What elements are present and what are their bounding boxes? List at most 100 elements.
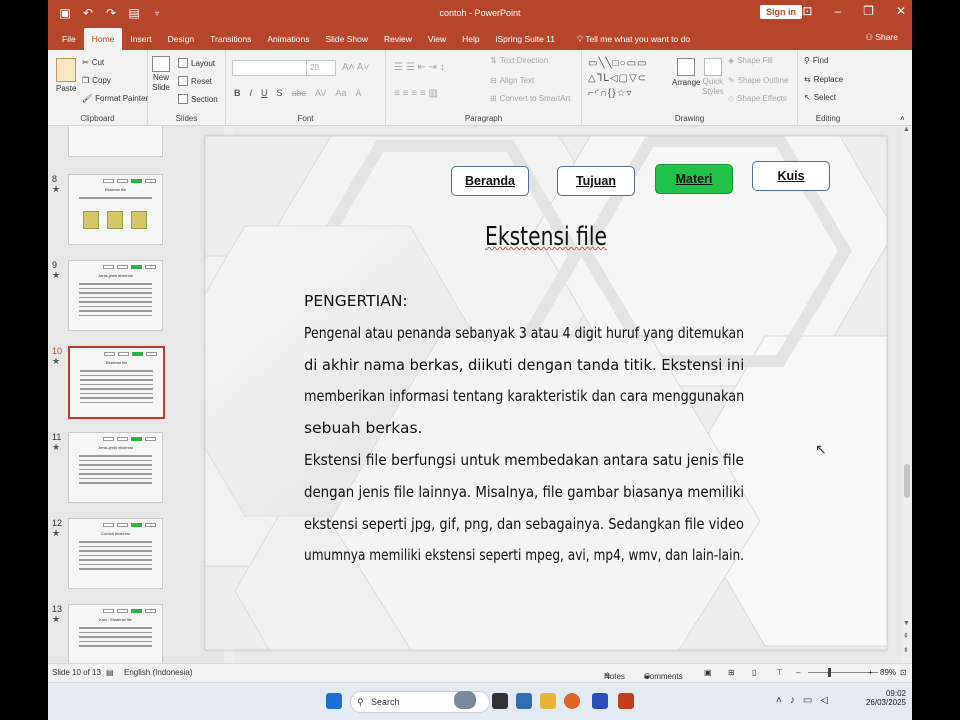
font-name-box[interactable]	[232, 60, 308, 76]
italic-icon[interactable]: I	[250, 88, 253, 98]
slide-canvas[interactable]: Beranda Tujuan Materi Kuis Ekstensi file…	[205, 136, 887, 650]
zoom-in-icon[interactable]: +	[868, 668, 873, 677]
zoom-slider-thumb[interactable]	[828, 668, 831, 677]
tab-file[interactable]: File	[54, 28, 84, 50]
tab-view[interactable]: View	[420, 28, 454, 50]
spelling-icon[interactable]: ▤	[106, 668, 114, 677]
underline-icon[interactable]: U	[261, 88, 268, 98]
previous-slide-icon[interactable]: ⇞	[903, 632, 909, 640]
shape-outline-button[interactable]: ✎ Shape Outline	[728, 76, 788, 85]
cut-button[interactable]: ✂ Cut	[82, 58, 104, 67]
case-icon[interactable]: Aa	[335, 88, 346, 98]
zoom-level[interactable]: 89%	[880, 668, 896, 677]
microphone-icon[interactable]: ♪	[790, 695, 795, 706]
thumbnail-slide-selected[interactable]: Ekstensi file	[68, 346, 165, 419]
fit-to-window-icon[interactable]: ⊡	[900, 668, 907, 677]
tab-help[interactable]: Help	[454, 28, 487, 50]
font-size-box[interactable]: 20	[306, 60, 336, 76]
thumbnail-slide[interactable]: Ekstensi file	[68, 174, 163, 245]
spacing-icon[interactable]: AV	[315, 88, 326, 98]
tab-review[interactable]: Review	[376, 28, 420, 50]
materi-button[interactable]: Materi	[655, 164, 733, 194]
close-icon[interactable]: ✕	[896, 4, 906, 18]
format-painter-button[interactable]: 🖌︎ Format Painter	[82, 94, 148, 103]
alignment-icons[interactable]: ≡ ≡ ≡ ≡ ▥	[394, 88, 438, 99]
reset-button[interactable]: Reset	[178, 76, 212, 86]
clock[interactable]: 09:02 26/03/2025	[866, 689, 906, 707]
replace-button[interactable]: ⇆ Replace	[804, 75, 843, 84]
tab-slide-show[interactable]: Slide Show	[317, 28, 376, 50]
beranda-button[interactable]: Beranda	[451, 166, 529, 196]
tell-me-search[interactable]: 💡︎ Tell me what you want to do	[569, 28, 698, 50]
slideshow-start-icon[interactable]: ▤	[127, 6, 141, 20]
undo-icon[interactable]: ↶	[81, 6, 95, 20]
widget-icon[interactable]	[454, 691, 476, 709]
thumbnail-slide[interactable]: Contoh ekstensi	[68, 518, 163, 589]
bold-icon[interactable]: B	[234, 88, 241, 98]
tujuan-button[interactable]: Tujuan	[557, 166, 635, 196]
ribbon-display-icon[interactable]: ⊡	[802, 4, 812, 18]
language-indicator[interactable]: English (Indonesia)	[124, 668, 192, 677]
find-button[interactable]: ⚲ Find	[804, 56, 828, 65]
font-color-icon[interactable]: A	[355, 88, 361, 98]
customize-icon[interactable]: ▿	[150, 9, 164, 18]
select-button[interactable]: ↖ Select	[804, 93, 836, 102]
collapse-ribbon-icon[interactable]: ˄	[900, 114, 905, 123]
chevron-up-icon[interactable]: ˄	[776, 695, 782, 706]
scroll-down-icon[interactable]: ▼	[903, 620, 910, 627]
tab-transitions[interactable]: Transitions	[202, 28, 259, 50]
save-icon[interactable]: ▣	[58, 6, 72, 20]
slide-body-text[interactable]: PENGERTIAN: Pengenal atau penanda sebany…	[304, 286, 744, 572]
copy-button[interactable]: ❐ Copy	[82, 76, 111, 85]
shape-effects-button[interactable]: ◇ Shape Effects	[728, 94, 787, 103]
network-icon[interactable]: ▭	[803, 695, 812, 706]
tab-ispring[interactable]: iSpring Suite 11	[488, 28, 563, 50]
shape-fill-button[interactable]: ◈ Shape Fill	[728, 56, 773, 65]
firefox-icon[interactable]	[564, 693, 580, 709]
align-text-button[interactable]: ⊟ Align Text	[490, 76, 534, 85]
app-icon[interactable]	[592, 693, 608, 709]
thumbnail-slide-7[interactable]	[68, 126, 163, 157]
zoom-out-icon[interactable]: –	[796, 668, 800, 677]
tab-home[interactable]: Home	[83, 28, 123, 50]
slideshow-view-icon[interactable]: ⊤	[776, 668, 783, 677]
normal-view-icon[interactable]: ▣	[704, 668, 712, 677]
next-slide-icon[interactable]: ⇟	[903, 646, 909, 654]
thumbnail-slide[interactable]: Kuis : Ekstensi file	[68, 604, 163, 663]
windows-start-icon[interactable]	[326, 693, 342, 709]
store-icon[interactable]	[516, 693, 532, 709]
reading-view-icon[interactable]: ▯	[752, 668, 756, 677]
smartart-button[interactable]: ⊞ Convert to SmartArt	[490, 94, 570, 103]
thumbnail-slide[interactable]: Jenis-jenis ekstensi	[68, 260, 163, 331]
new-slide-button[interactable]: New Slide	[152, 56, 170, 92]
strikethrough-icon[interactable]: abc	[292, 88, 307, 98]
thumbnail-slide[interactable]: Jenis-jenis ekstensi	[68, 432, 163, 503]
paste-button[interactable]: Paste	[56, 58, 76, 93]
powerpoint-icon[interactable]	[618, 693, 634, 709]
share-button[interactable]: ⚇ Share	[865, 32, 898, 43]
minimize-icon[interactable]: –	[834, 4, 841, 18]
sign-in-button[interactable]: Sign in	[760, 5, 802, 19]
scroll-up-icon[interactable]: ▲	[903, 126, 910, 133]
slide-scrollbar[interactable]: ▲ ▼ ⇞ ⇟	[902, 126, 912, 663]
slide-sorter-icon[interactable]: ⊞	[728, 668, 735, 677]
restore-icon[interactable]: ❐	[863, 4, 874, 18]
file-explorer-icon[interactable]	[540, 693, 556, 709]
redo-icon[interactable]: ↷	[104, 6, 118, 20]
quick-styles-button[interactable]: Quick Styles	[702, 58, 724, 96]
text-direction-button[interactable]: ⇅ Text Direction	[490, 56, 548, 65]
task-view-icon[interactable]	[492, 693, 508, 709]
bullets-icons[interactable]: ☰ ☰ ⇤ ⇥ ↕	[394, 62, 445, 73]
kuis-button[interactable]: Kuis	[752, 161, 830, 191]
shapes-gallery[interactable]: ▭╲╲□○▭▭ △⅂ᒪ◁▢▽⊂ ⌐◜∩{}☆▿	[588, 56, 668, 101]
section-button[interactable]: Section	[178, 94, 218, 104]
layout-button[interactable]: Layout	[178, 58, 215, 68]
tab-animations[interactable]: Animations	[259, 28, 317, 50]
slide-title[interactable]: Ekstensi file	[280, 222, 812, 252]
slide-scroll-thumb[interactable]	[904, 464, 910, 498]
arrange-button[interactable]: Arrange	[672, 58, 700, 87]
tab-insert[interactable]: Insert	[122, 28, 159, 50]
tab-design[interactable]: Design	[160, 28, 202, 50]
shadow-icon[interactable]: S	[277, 88, 283, 98]
font-grow-icon[interactable]: A˄ A˅	[342, 62, 369, 73]
